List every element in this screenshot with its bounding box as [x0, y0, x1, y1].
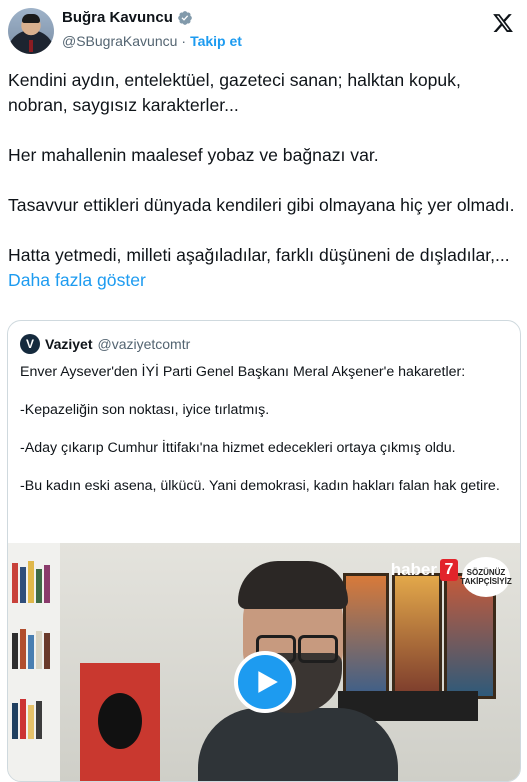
separator-dot: ·: [181, 33, 187, 49]
quoted-tweet-header: V Vaziyet @vaziyetcomtr: [20, 334, 190, 354]
channel-badge: SÖZÜNÜZ TAKİPÇİSİYİZ: [460, 557, 512, 597]
author-name-row: Buğra Kavuncu: [62, 9, 193, 26]
person-body: [198, 708, 398, 781]
quoted-tweet[interactable]: V Vaziyet @vaziyetcomtr Enver Aysever'de…: [7, 320, 521, 782]
show-more-link[interactable]: Daha fazla göster: [8, 270, 146, 290]
quoted-paragraph: -Aday çıkarıp Cumhur İttifakı'na hizmet …: [20, 440, 456, 456]
tweet-paragraph: Her mahallenin maalesef yobaz ve bağnazı…: [8, 145, 379, 165]
logo-number: 7: [440, 559, 458, 581]
video-thumbnail[interactable]: haber 7 SÖZÜNÜZ TAKİPÇİSİYİZ: [8, 543, 520, 781]
author-avatar[interactable]: [8, 8, 54, 54]
author-name[interactable]: Buğra Kavuncu: [62, 9, 173, 26]
logo-text: haber: [390, 560, 437, 579]
verified-badge-icon: [178, 10, 192, 25]
quoted-paragraph: -Kepazeliğin son noktası, iyice tırlatmı…: [20, 402, 270, 418]
person-hair: [238, 561, 348, 609]
haber7-logo: haber 7: [391, 559, 458, 581]
quoted-tweet-text: Enver Aysever'den İYİ Parti Genel Başkan…: [20, 363, 508, 515]
tweet-card: Buğra Kavuncu @SBugraKavuncu · Takip et …: [0, 0, 527, 782]
glasses: [298, 635, 338, 663]
quoted-author-name[interactable]: Vaziyet: [45, 336, 92, 352]
author-handle[interactable]: @SBugraKavuncu: [62, 33, 177, 49]
play-icon: [258, 671, 278, 693]
poster: [80, 663, 160, 781]
author-handle-row: @SBugraKavuncu · Takip et: [62, 33, 242, 49]
tweet-paragraph: Kendini aydın, entelektüel, gazeteci san…: [8, 70, 461, 115]
tweet-paragraph-text: Hatta yetmedi, milleti aşağıladılar, far…: [8, 245, 510, 265]
tweet-text: Kendini aydın, entelektüel, gazeteci san…: [8, 68, 518, 293]
quoted-paragraph: Enver Aysever'den İYİ Parti Genel Başkan…: [20, 364, 466, 380]
x-logo-icon[interactable]: [492, 12, 514, 34]
painting: [343, 573, 389, 699]
quoted-author-handle[interactable]: @vaziyetcomtr: [97, 336, 190, 352]
painting: [392, 573, 442, 699]
tweet-paragraph-last: Hatta yetmedi, milleti aşağıladılar, far…: [8, 243, 518, 293]
bookshelf: [8, 543, 60, 781]
follow-button[interactable]: Takip et: [190, 33, 242, 49]
play-button[interactable]: [234, 651, 296, 713]
quoted-author-avatar[interactable]: V: [20, 334, 40, 354]
tweet-paragraph: Tasavvur ettikleri dünyada kendileri gib…: [8, 195, 515, 215]
quoted-paragraph: -Bu kadın eski asena, ülkücü. Yani demok…: [20, 478, 500, 494]
